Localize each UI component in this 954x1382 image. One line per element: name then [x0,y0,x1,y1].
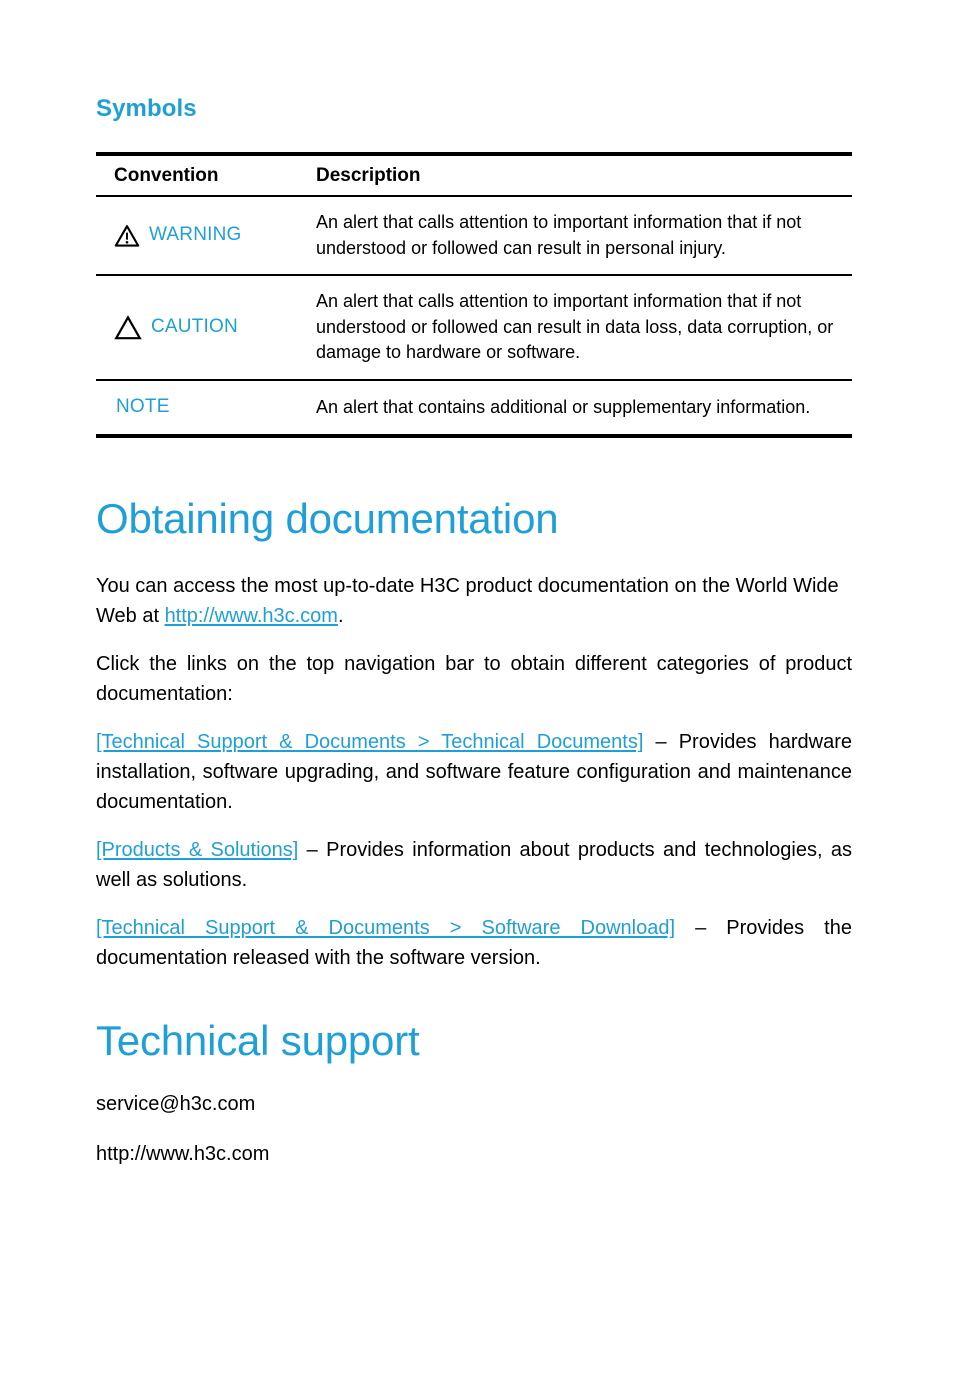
obtaining-documentation-heading: Obtaining documentation [96,494,559,542]
h3c-website-link[interactable]: http://www.h3c.com [165,605,338,627]
convention-label-warning: WARNING [149,224,242,246]
description-cell-note: An alert that contains additional or sup… [296,379,852,438]
link-item-software-download: [Technical Support & Documents > Softwar… [96,913,852,974]
convention-label-note: NOTE [116,395,170,417]
symbols-table: Convention Description WARNING An alert … [96,152,852,438]
obtaining-paragraph-2: Click the links on the top navigation ba… [96,652,852,706]
obtaining-paragraph-1-after: . [337,605,344,628]
symbols-heading: Symbols [96,95,197,122]
technical-support-heading: Technical support [96,1017,420,1065]
convention-cell-note: NOTE [96,379,296,438]
link-item-products-solutions: [Products & Solutions] – Provides inform… [96,835,852,896]
description-cell-caution: An alert that calls attention to importa… [296,275,852,381]
table-row: NOTE An alert that contains additional o… [96,379,852,438]
link-products-solutions[interactable]: [Products & Solutions] [96,839,298,861]
column-header-convention: Convention [96,152,296,198]
table-row: WARNING An alert that calls attention to… [96,196,852,277]
caution-triangle-icon [114,314,142,341]
convention-label-caution: CAUTION [151,316,238,338]
link-technical-support-documents-technical-documents[interactable]: [Technical Support & Documents > Technic… [96,731,643,753]
description-cell-warning: An alert that calls attention to importa… [296,196,852,277]
support-email: service@h3c.com [96,1093,256,1116]
support-website: http://www.h3c.com [96,1143,270,1166]
table-row: CAUTION An alert that calls attention to… [96,275,852,381]
column-header-description: Description [296,152,852,198]
link-technical-support-documents-software-download[interactable]: [Technical Support & Documents > Softwar… [96,917,675,939]
obtaining-paragraph-1: You can access the most up-to-date H3C p… [96,571,852,632]
document-page: Symbols Convention Description WARNING A… [0,0,954,1382]
warning-triangle-exclamation-icon [114,224,140,248]
convention-cell-warning: WARNING [96,196,296,277]
link-item-technical-documents: [Technical Support & Documents > Technic… [96,727,852,818]
convention-cell-caution: CAUTION [96,275,296,381]
table-header-row: Convention Description [96,152,852,198]
